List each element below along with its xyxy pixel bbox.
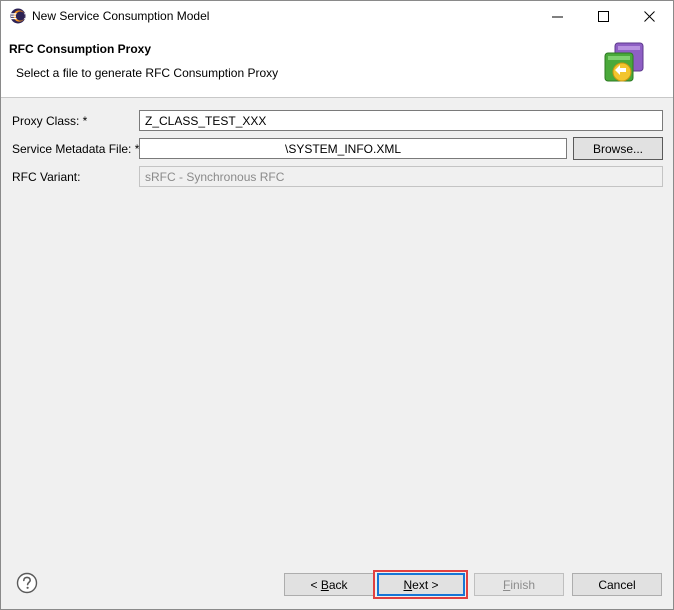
proxy-class-label: Proxy Class: *: [12, 114, 88, 128]
metadata-file-label: Service Metadata File: *: [12, 142, 140, 156]
browse-button-label: Browse...: [592, 141, 643, 156]
rfc-variant-label: RFC Variant:: [12, 170, 81, 184]
back-rest: ack: [328, 577, 348, 592]
browse-button[interactable]: Browse...: [573, 137, 663, 160]
wizard-banner: RFC Consumption Proxy Select a file to g…: [1, 31, 673, 98]
window-title: New Service Consumption Model: [32, 9, 210, 23]
back-button[interactable]: < Back: [284, 573, 374, 596]
title-bar: New Service Consumption Model: [1, 1, 673, 31]
page-title: RFC Consumption Proxy: [9, 42, 152, 56]
finish-mnemonic: F: [502, 577, 511, 592]
minimize-icon: [551, 16, 563, 17]
close-button[interactable]: [626, 1, 672, 31]
help-question-icon[interactable]: [16, 572, 38, 594]
minimize-button[interactable]: [534, 1, 580, 31]
eclipse-icon: [10, 8, 26, 24]
back-mnemonic: B: [320, 577, 329, 592]
maximize-button[interactable]: [580, 1, 626, 31]
proxy-class-input[interactable]: Z_CLASS_TEST_XXX: [139, 110, 663, 131]
wizard-dialog: New Service Consumption Model RFC Consum…: [0, 0, 674, 610]
finish-rest: inish: [510, 577, 536, 592]
back-prefix: <: [310, 577, 321, 592]
metadata-file-input[interactable]: \SYSTEM_INFO.XML: [139, 138, 567, 159]
cancel-label: Cancel: [598, 577, 636, 592]
cancel-button[interactable]: Cancel: [572, 573, 662, 596]
rfc-variant-field: sRFC - Synchronous RFC: [139, 166, 663, 187]
maximize-icon: [597, 10, 609, 22]
next-button-highlight: [373, 570, 468, 599]
rfc-proxy-wizard-icon: [604, 42, 644, 82]
page-description: Select a file to generate RFC Consumptio…: [16, 66, 279, 80]
close-icon: [643, 10, 655, 22]
finish-button: Finish: [474, 573, 564, 596]
